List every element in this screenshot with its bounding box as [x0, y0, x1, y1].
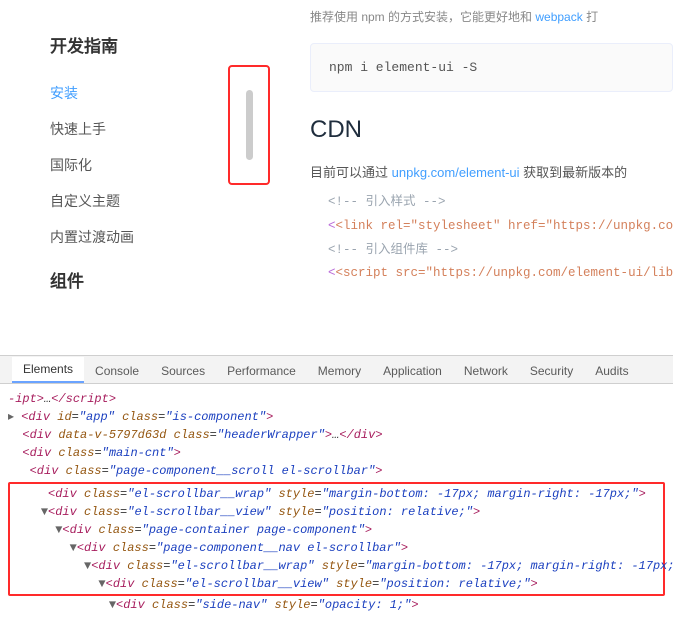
devtools-panel: Elements Console Sources Performance Mem… — [0, 355, 673, 624]
sidebar-heading-guide: 开发指南 — [50, 32, 200, 57]
tab-audits[interactable]: Audits — [584, 359, 639, 383]
dom-tree[interactable]: -ipt>…</script> ▸ <div id="app" class="i… — [0, 384, 673, 624]
install-codebox: npm i element-ui -S — [310, 43, 673, 92]
install-hint: 推荐使用 npm 的方式安装，它能更好地和 webpack 打 — [310, 0, 673, 33]
cdn-desc: 目前可以通过 unpkg.com/element-ui 获取到最新版本的 — [310, 162, 673, 181]
dom-highlight: <div class="el-scrollbar__wrap" style="m… — [8, 482, 665, 596]
tab-security[interactable]: Security — [519, 359, 584, 383]
webpack-link[interactable]: webpack — [535, 10, 582, 24]
nav-transition[interactable]: 内置过渡动画 — [50, 219, 200, 255]
tab-sources[interactable]: Sources — [150, 359, 216, 383]
cdn-heading: CDN — [310, 116, 673, 144]
sidebar-heading-components: 组件 — [50, 267, 200, 292]
nav-i18n[interactable]: 国际化 — [50, 147, 200, 183]
nav-theme[interactable]: 自定义主题 — [50, 183, 200, 219]
nav-quickstart[interactable]: 快速上手 — [50, 111, 200, 147]
scrollbar-thumb[interactable] — [246, 90, 253, 160]
sidebar: 开发指南 安装 快速上手 国际化 自定义主题 内置过渡动画 组件 — [0, 0, 200, 355]
tab-application[interactable]: Application — [372, 359, 453, 383]
devtools-tabs: Elements Console Sources Performance Mem… — [0, 356, 673, 384]
nav-install[interactable]: 安装 — [50, 75, 200, 111]
scrollbar-highlight — [228, 65, 270, 185]
tab-performance[interactable]: Performance — [216, 359, 307, 383]
tab-memory[interactable]: Memory — [307, 359, 372, 383]
tab-elements[interactable]: Elements — [12, 357, 84, 383]
main-content: 推荐使用 npm 的方式安装，它能更好地和 webpack 打 npm i el… — [200, 0, 673, 355]
unpkg-link[interactable]: unpkg.com/element-ui — [392, 165, 520, 180]
tab-console[interactable]: Console — [84, 359, 150, 383]
tab-network[interactable]: Network — [453, 359, 519, 383]
cdn-snippet: <!-- 引入样式 --> <<link rel="stylesheet" hr… — [310, 181, 673, 286]
